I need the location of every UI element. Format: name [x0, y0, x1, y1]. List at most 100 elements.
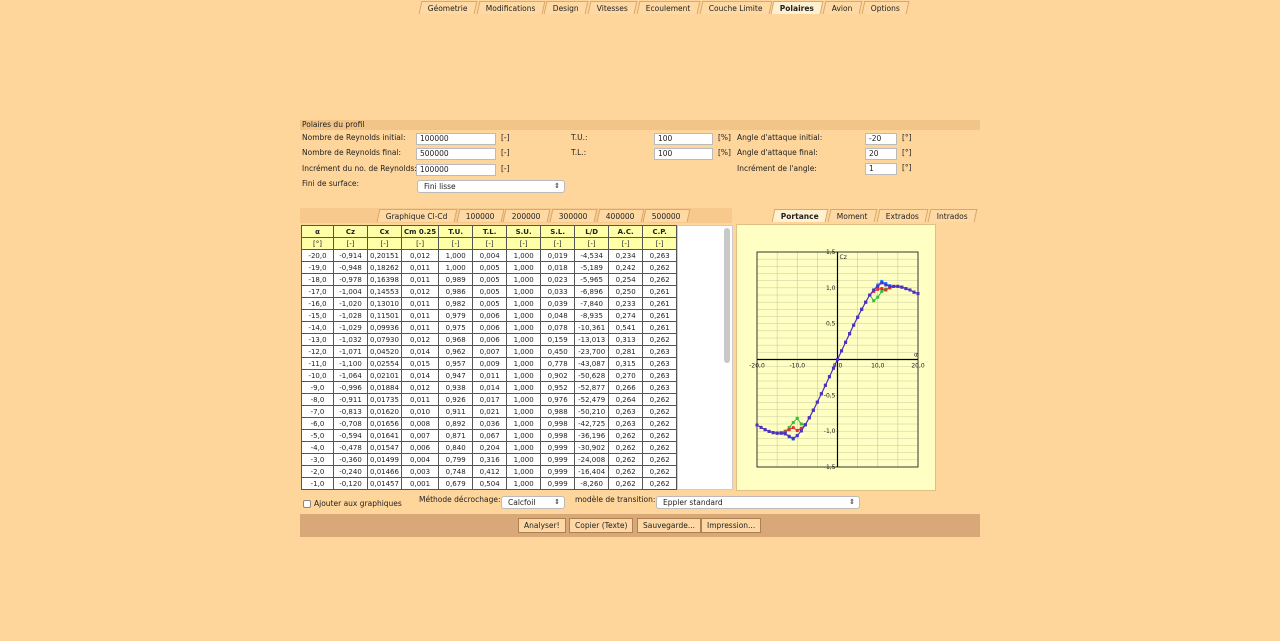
table-row[interactable]: -5,0 -0,594 0,01641 0,007 0,871 0,067 1,000 0,9… [301, 429, 678, 442]
table-row[interactable]: -10,0 -1,064 0,02101 0,014 0,947 0,011 1,000 0,… [301, 369, 678, 382]
y-tick-label: -0,5 [824, 392, 836, 399]
column-header[interactable]: C.P. [642, 225, 678, 238]
table-row[interactable]: -1,0 -0,120 0,01457 0,001 0,679 0,504 1,000 0,9… [301, 477, 678, 490]
column-header[interactable]: α [301, 225, 334, 238]
transition-model-select[interactable]: Eppler standard ⇕ [656, 496, 860, 509]
copy-text-button[interactable]: Copier (Texte) [569, 518, 634, 533]
table-cell: -0,911 [333, 393, 368, 406]
table-row[interactable]: -9,0 -0,996 0,01884 0,012 0,938 0,014 1,000 0,9… [301, 381, 678, 394]
table-cell: -0,948 [333, 261, 368, 274]
table-cell: 0,266 [608, 381, 644, 394]
table-cell: 0,16398 [367, 273, 402, 286]
result-tab-400000[interactable]: 400000 [596, 209, 644, 222]
surface-label: Fini de surface: [302, 179, 360, 188]
column-header[interactable]: L/D [574, 225, 610, 238]
table-cell: 0,048 [540, 309, 576, 322]
select-arrows-icon: ⇕ [849, 498, 855, 506]
table-row[interactable]: -8,0 -0,911 0,01735 0,011 0,926 0,017 1,000 0,9… [301, 393, 678, 406]
data-point [876, 287, 880, 291]
table-row[interactable]: -3,0 -0,360 0,01499 0,004 0,799 0,316 1,000 0,9… [301, 453, 678, 466]
table-cell: -2,0 [301, 465, 334, 478]
y-tick-label: 1,5 [826, 249, 836, 256]
table-cell: -3,0 [301, 453, 334, 466]
table-cell: 0,262 [642, 273, 678, 286]
data-point [803, 423, 807, 427]
tab-label: 500000 [651, 212, 681, 221]
table-row[interactable]: -12,0 -1,071 0,04520 0,014 0,962 0,007 1,000 0,… [301, 345, 678, 358]
result-tab-graphique-cl-cd[interactable]: Graphique Cl-Cd [376, 209, 458, 222]
aoa-initial-input[interactable]: -20 [865, 133, 897, 145]
column-header[interactable]: A.C. [608, 225, 644, 238]
chart-tab-portance[interactable]: Portance [771, 209, 829, 222]
print-button[interactable]: Impression... [701, 518, 762, 533]
tl-input[interactable]: 100 [654, 148, 713, 160]
table-cell: 0,262 [642, 333, 678, 346]
aoa-final-input[interactable]: 20 [865, 148, 897, 160]
tab-label: 300000 [558, 212, 588, 221]
table-row[interactable]: -11,0 -1,100 0,02554 0,015 0,957 0,009 1,000 0,… [301, 357, 678, 370]
results-tabs: Graphique Cl-Cd 100000 200000 300000 400000 5… [376, 209, 691, 222]
table-cell: -52,479 [574, 393, 610, 406]
column-header[interactable]: T.U. [438, 225, 474, 238]
tab-design[interactable]: Design [543, 1, 589, 14]
save-button[interactable]: Sauvegarde... [637, 518, 701, 533]
result-tab-200000[interactable]: 200000 [502, 209, 551, 222]
column-header[interactable]: Cm 0.25 [400, 225, 440, 238]
table-row[interactable]: -14,0 -1,029 0,09936 0,011 0,975 0,006 1,000 0,… [301, 321, 678, 334]
table-row[interactable]: -13,0 -1,032 0,07930 0,012 0,968 0,006 1,000 0,… [301, 333, 678, 346]
table-row[interactable]: -2,0 -0,240 0,01466 0,003 0,748 0,412 1,000 0,9… [301, 465, 678, 478]
surface-select[interactable]: Fini lisse ⇕ [417, 180, 565, 193]
column-header[interactable]: S.L. [540, 225, 576, 238]
re-increment-input[interactable]: 100000 [416, 164, 496, 176]
aoa-increment-input[interactable]: 1 [865, 163, 897, 175]
re-increment-label: Incrément du no. de Reynolds: [302, 164, 417, 173]
column-header[interactable]: Cz [333, 225, 368, 238]
table-cell: 0,005 [472, 285, 508, 298]
table-row[interactable]: -18,0 -0,978 0,16398 0,011 0,989 0,005 1,000 0,… [301, 273, 678, 286]
table-row[interactable]: -17,0 -1,004 0,14553 0,012 0,986 0,005 1,000 0,… [301, 285, 678, 298]
table-cell: 0,504 [472, 477, 508, 490]
tab-options[interactable]: Options [861, 1, 910, 14]
re-initial-input[interactable]: 100000 [416, 133, 496, 145]
table-cell: 0,13010 [367, 297, 402, 310]
result-tab-300000[interactable]: 300000 [549, 209, 597, 222]
table-row[interactable]: -15,0 -1,028 0,11501 0,011 0,979 0,006 1,000 0,… [301, 309, 678, 322]
tab-vitesses[interactable]: Vitesses [587, 1, 638, 14]
table-cell: 0,989 [438, 273, 474, 286]
chart-tab-moment[interactable]: Moment [827, 209, 877, 222]
column-header[interactable]: T.L. [472, 225, 508, 238]
aoa-initial-unit: [°] [902, 133, 912, 142]
table-row[interactable]: -16,0 -1,020 0,13010 0,011 0,982 0,005 1,000 0,… [301, 297, 678, 310]
tab-ecoulement[interactable]: Ecoulement [636, 1, 701, 14]
table-cell: 1,000 [506, 369, 542, 382]
tab-couche-limite[interactable]: Couche Limite [699, 1, 772, 14]
table-row[interactable]: -20,0 -0,914 0,20151 0,012 1,000 0,004 1,000 0,… [301, 249, 678, 262]
table-cell: 0,02554 [367, 357, 402, 370]
tab-avion[interactable]: Avion [823, 1, 863, 14]
tab-label: Moment [836, 212, 868, 221]
table-row[interactable]: -6,0 -0,708 0,01656 0,008 0,892 0,036 1,000 0,9… [301, 417, 678, 430]
aoa-final-unit: [°] [902, 148, 912, 157]
column-header[interactable]: Cx [367, 225, 402, 238]
column-header[interactable]: S.U. [506, 225, 542, 238]
tab-g-ometrie[interactable]: Géometrie [418, 1, 478, 14]
chart-tab-extrados[interactable]: Extrados [876, 209, 929, 222]
table-cell: 0,04520 [367, 345, 402, 358]
tab-polaires[interactable]: Polaires [770, 1, 824, 14]
stall-method-select[interactable]: Calcfoil ⇕ [501, 496, 565, 509]
result-tab-500000[interactable]: 500000 [642, 209, 691, 222]
tab-modifications[interactable]: Modifications [476, 1, 545, 14]
column-unit: [-] [540, 237, 576, 250]
result-tab-100000[interactable]: 100000 [456, 209, 504, 222]
table-cell: 0,979 [438, 309, 474, 322]
table-row[interactable]: -7,0 -0,813 0,01620 0,010 0,911 0,021 1,000 0,9… [301, 405, 678, 418]
re-final-input[interactable]: 500000 [416, 148, 496, 160]
analyze-button[interactable]: Analyser! [518, 518, 566, 533]
table-row[interactable]: -19,0 -0,948 0,18262 0,011 1,000 0,005 1,000 0,… [301, 261, 678, 274]
add-to-graphs-checkbox[interactable] [303, 500, 311, 508]
table-row[interactable]: -4,0 -0,478 0,01547 0,006 0,840 0,204 1,000 0,9… [301, 441, 678, 454]
table-cell: -42,725 [574, 417, 610, 430]
chart-tab-intrados[interactable]: Intrados [927, 209, 977, 222]
tu-input[interactable]: 100 [654, 133, 713, 145]
table-scrollbar[interactable] [724, 228, 730, 363]
